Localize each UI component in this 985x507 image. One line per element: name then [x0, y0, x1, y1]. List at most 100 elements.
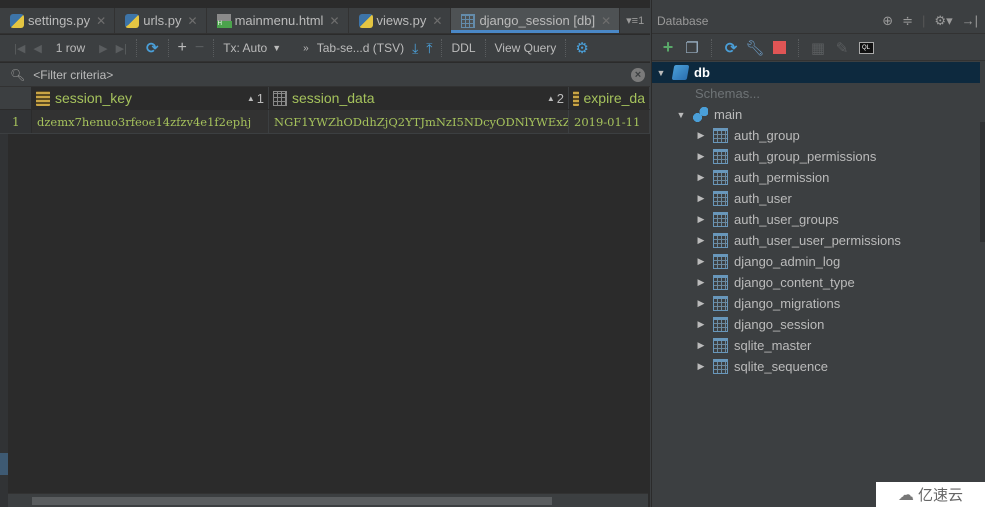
filter-input[interactable]: <Filter criteria> [33, 68, 113, 82]
first-page-button[interactable]: |◀ [10, 37, 29, 59]
tx-mode-label: Tx: Auto [223, 41, 268, 55]
close-icon[interactable]: ✕ [188, 14, 198, 28]
edit-source-button[interactable]: ✎ [832, 38, 852, 58]
expand-arrow-icon[interactable]: ▶ [695, 340, 707, 351]
datasource-properties-button[interactable]: 🔧︎ [745, 38, 765, 58]
view-query-button[interactable]: View Query [491, 37, 561, 59]
add-datasource-button[interactable]: + [658, 37, 678, 58]
close-icon[interactable]: ✕ [329, 14, 339, 28]
close-icon[interactable]: ✕ [96, 14, 106, 28]
tree-node-table[interactable]: ▶ auth_permission [652, 167, 982, 188]
expand-arrow-icon[interactable]: ▶ [695, 361, 707, 372]
synchronize-button[interactable]: ⟳ [721, 38, 741, 58]
table-cell[interactable]: dzemx7henuo3rfeoe14zfzv4e1f2ephj [32, 110, 269, 133]
clear-filter-icon[interactable]: × [631, 68, 645, 82]
prev-page-button[interactable]: ◀ [29, 37, 45, 59]
expand-arrow-icon[interactable]: ▶ [695, 193, 707, 204]
expand-arrow-icon[interactable]: ▶ [695, 214, 707, 225]
export-format-dropdown[interactable]: Tab-se...d (TSV) [313, 37, 408, 59]
expand-arrow-icon[interactable]: ▶ [695, 172, 707, 183]
tree-node-table[interactable]: ▶ django_session [652, 314, 982, 335]
expand-arrow-icon[interactable]: ▶ [695, 256, 707, 267]
refresh-button[interactable]: ⟳ [142, 37, 163, 59]
tab-label: django_session [db] [479, 13, 596, 28]
database-toolbar: + ❐ ⟳ 🔧︎ ▦ ✎ QL [652, 35, 985, 61]
export-button[interactable]: ⤓ [408, 37, 422, 59]
settings-button[interactable]: ⚙ [571, 37, 592, 59]
close-icon[interactable]: ✕ [601, 14, 611, 28]
table-editor-button[interactable]: ▦ [808, 38, 828, 58]
tab-urls-py[interactable]: urls.py ✕ [115, 8, 207, 33]
list-icon: ▾≡ [626, 15, 639, 27]
sort-ascending-icon: ▲ [546, 94, 555, 103]
table-cell[interactable]: 2019-01-11 [569, 110, 650, 133]
sqlite-database-icon [671, 65, 690, 80]
tree-node-table[interactable]: ▶ auth_group_permissions [652, 146, 982, 167]
watermark: ☁ 亿速云 [876, 482, 985, 507]
watermark-text: 亿速云 [917, 487, 963, 504]
tab-overflow-button[interactable]: ▾≡ 1 [620, 8, 650, 33]
tree-node-table[interactable]: ▶ auth_group [652, 125, 982, 146]
horizontal-scrollbar[interactable] [8, 493, 648, 507]
gear-icon[interactable]: ⚙▾ [934, 13, 952, 29]
tree-node-table[interactable]: ▶ auth_user [652, 188, 982, 209]
tree-node-table[interactable]: ▶ sqlite_sequence [652, 356, 982, 377]
table-icon [713, 338, 728, 353]
delete-row-button[interactable]: − [191, 37, 208, 59]
copy-button[interactable]: ❐ [682, 38, 702, 58]
tree-node-db[interactable]: ▼ db [652, 62, 982, 83]
scrollbar-thumb[interactable] [32, 497, 552, 505]
console-button[interactable]: QL [856, 38, 876, 58]
expand-arrow-icon[interactable]: ▶ [695, 151, 707, 162]
table-row[interactable]: 1 dzemx7henuo3rfeoe14zfzv4e1f2ephj NGF1Y… [0, 110, 650, 134]
crosshair-icon[interactable]: ⊕ [882, 13, 893, 29]
prev-page-icon: ◀ [33, 42, 42, 55]
tree-node-schema-main[interactable]: ▼ main [652, 104, 982, 125]
tree-node-table[interactable]: ▶ auth_user_groups [652, 209, 982, 230]
tree-node-table[interactable]: ▶ auth_user_user_permissions [652, 230, 982, 251]
tab-settings-py[interactable]: settings.py ✕ [0, 8, 116, 33]
ddl-button[interactable]: DDL [447, 37, 479, 59]
tree-node-table[interactable]: ▶ django_admin_log [652, 251, 982, 272]
table-cell[interactable]: NGF1YWZhODdhZjQ2YTJmNzI5NDcyODNlYWExZDM… [269, 110, 569, 133]
import-button[interactable]: ⤒ [422, 37, 436, 59]
collapse-all-icon[interactable]: ≑ [902, 13, 913, 29]
column-header-session-key[interactable]: session_key ▲ 1 [32, 87, 269, 109]
transaction-mode-dropdown[interactable]: Tx: Auto ▼ [219, 37, 285, 59]
row-count[interactable]: 1 row [46, 37, 95, 59]
expand-arrow-icon[interactable]: ▶ [695, 298, 707, 309]
add-row-button[interactable]: + [174, 37, 191, 59]
table-icon [713, 128, 728, 143]
expand-arrow-icon[interactable]: ▶ [695, 277, 707, 288]
next-page-button[interactable]: ▶ [95, 37, 111, 59]
close-icon[interactable]: ✕ [432, 14, 442, 28]
tree-node-table[interactable]: ▶ sqlite_master [652, 335, 982, 356]
indexed-column-icon [573, 90, 579, 106]
separator [484, 39, 486, 57]
column-header-session-data[interactable]: session_data ▲ 2 [269, 87, 569, 109]
expand-arrow-icon[interactable]: ▶ [695, 130, 707, 141]
search-icon[interactable]: 🔍︎ [10, 68, 25, 82]
schema-icon [693, 107, 708, 122]
tree-node-table[interactable]: ▶ django_migrations [652, 293, 982, 314]
scrollbar-thumb[interactable] [980, 122, 985, 242]
wrench-icon: 🔧︎ [745, 39, 765, 57]
expand-arrow-icon: ▼ [676, 109, 686, 120]
hide-panel-icon[interactable]: →| [962, 13, 978, 28]
tab-django-session[interactable]: django_session [db] ✕ [451, 8, 621, 33]
tab-mainmenu-html[interactable]: mainmenu.html ✕ [207, 8, 349, 33]
tab-views-py[interactable]: views.py ✕ [349, 8, 452, 33]
column-name: expire_da [583, 90, 646, 106]
disconnect-button[interactable] [769, 38, 789, 58]
expand-arrow-icon[interactable]: ▶ [695, 235, 707, 246]
vertical-scrollbar[interactable] [980, 62, 985, 507]
more-actions-button[interactable]: » [299, 37, 313, 59]
expand-arrow-icon[interactable]: ▶ [695, 319, 707, 330]
row-number-header [0, 87, 32, 109]
tree-node-schemas[interactable]: Schemas... [652, 83, 982, 104]
column-header-expire-date[interactable]: expire_da [569, 87, 650, 109]
tree-node-table[interactable]: ▶ django_content_type [652, 272, 982, 293]
left-gutter [0, 87, 8, 507]
last-page-button[interactable]: ▶| [112, 37, 131, 59]
table-list: ▶ auth_group ▶ auth_group_permissions ▶ auth_… [652, 125, 982, 377]
